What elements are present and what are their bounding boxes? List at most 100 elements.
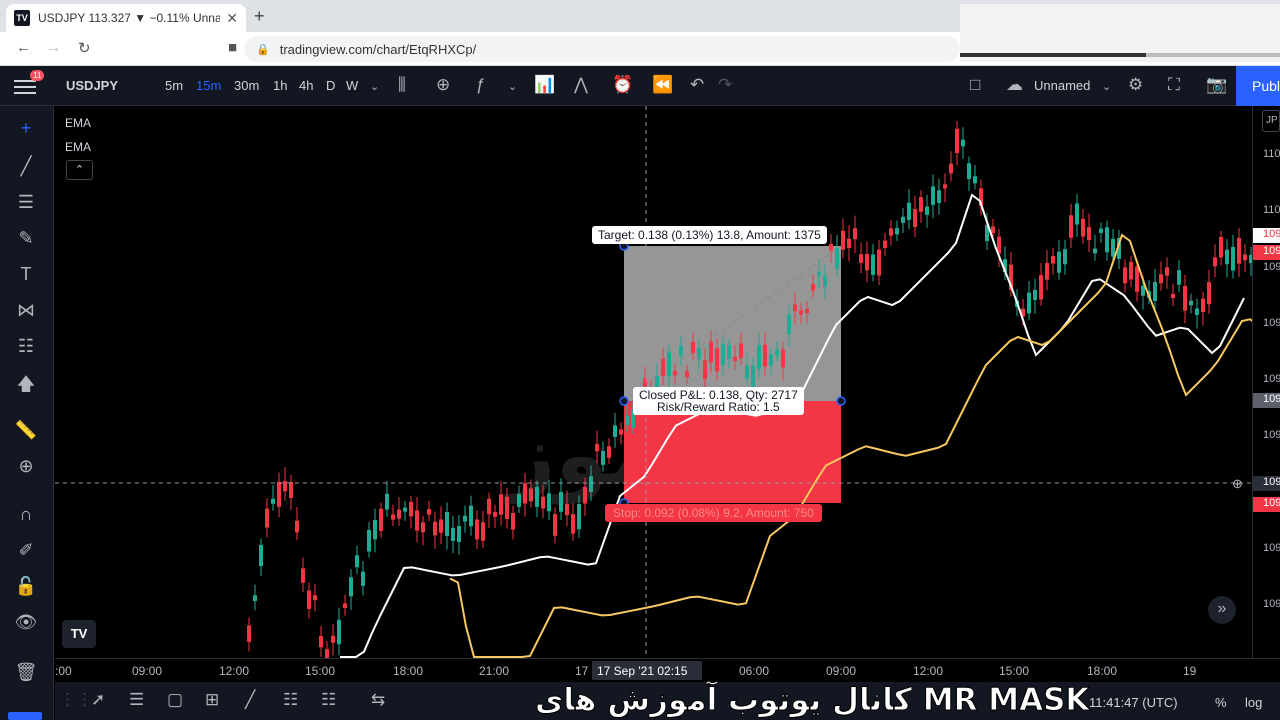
timeframe-30m[interactable]: 30m: [234, 78, 259, 93]
back-icon[interactable]: ←: [16, 39, 31, 56]
camera-snapshot-icon[interactable]: 📷: [1206, 75, 1227, 95]
publish-button[interactable]: Publ: [1236, 66, 1280, 106]
candle-body: [1189, 300, 1193, 306]
forward-icon[interactable]: →: [46, 39, 61, 56]
symbol-search-button[interactable]: USDJPY: [66, 78, 118, 93]
timeframe-4h[interactable]: 4h: [299, 78, 313, 93]
candle-body: [841, 230, 845, 250]
alert-icon[interactable]: ⏰: [612, 75, 633, 95]
utc-clock[interactable]: 11:41:47 (UTC): [1089, 695, 1178, 710]
log-scale-toggle[interactable]: log: [1245, 695, 1262, 710]
trend-line-icon[interactable]: ╱: [0, 156, 52, 177]
close-tab-icon[interactable]: ✕: [226, 10, 238, 27]
candle-body: [829, 244, 833, 251]
pattern-icon[interactable]: ⋈: [0, 300, 52, 321]
drag-handle-icon[interactable]: ⋮⋮: [59, 690, 93, 710]
crosshair-icon[interactable]: +: [0, 118, 52, 139]
redo-icon[interactable]: ↷: [718, 75, 732, 95]
candles-chart-type-icon[interactable]: ⫼: [398, 75, 406, 95]
candle-body: [577, 504, 581, 530]
candle-body: [715, 348, 719, 372]
list-icon[interactable]: ☰: [129, 690, 144, 710]
currency-button[interactable]: JP: [1262, 110, 1280, 132]
line-icon[interactable]: ╱: [245, 690, 255, 710]
hide-drawings-icon[interactable]: 👁: [0, 612, 52, 633]
undo-icon[interactable]: ↶: [690, 75, 704, 95]
layout-select-icon[interactable]: □: [970, 75, 980, 95]
timeframe-1h[interactable]: 1h: [273, 78, 287, 93]
candle-body: [619, 429, 623, 435]
candle-body: [427, 509, 431, 515]
layout-dropdown-icon[interactable]: ⌄: [1102, 80, 1111, 93]
indicators-icon[interactable]: ƒ: [476, 75, 485, 95]
candle-body: [583, 487, 587, 504]
time-axis[interactable]: :00 09:00 12:00 15:00 18:00 21:00 17 06:…: [55, 658, 1280, 682]
candle-body: [493, 512, 497, 517]
templates-icon[interactable]: ⋀: [574, 75, 588, 95]
time-label: 09:00: [132, 664, 163, 678]
browser-tab[interactable]: TV USDJPY 113.327 ▼ −0.11% Unnam ✕: [6, 4, 246, 32]
add-price-line-icon[interactable]: ⊕: [1232, 476, 1243, 492]
candle-body: [475, 519, 479, 540]
timeframe-w[interactable]: W: [346, 78, 358, 93]
crop-icon[interactable]: ⊞: [205, 690, 219, 710]
candle-body: [271, 498, 275, 504]
price-label: 109: [1263, 317, 1280, 329]
cloud-save-icon[interactable]: ☁: [1006, 75, 1023, 95]
indicators-dropdown-icon[interactable]: ⌄: [508, 80, 517, 93]
percent-scale-toggle[interactable]: %: [1215, 695, 1227, 710]
text-tool-icon[interactable]: T: [0, 264, 52, 285]
candle-body: [955, 128, 959, 154]
magnet-icon[interactable]: ∩: [0, 504, 52, 525]
legend-collapse-button[interactable]: ⌃: [66, 160, 93, 180]
timeframe-15m[interactable]: 15m: [196, 78, 221, 93]
price-axis[interactable]: 110 110 109 109 109 109 109 109 109 109 …: [1252, 106, 1280, 658]
time-label: 06:00: [739, 664, 770, 678]
candle-body: [661, 358, 665, 377]
browser-overlay-panel: [960, 4, 1280, 62]
prediction-icon[interactable]: ☷: [0, 336, 52, 357]
candle-body: [865, 253, 869, 271]
cursor-icon[interactable]: ➚: [91, 690, 105, 710]
ema-legend-2[interactable]: EMA: [65, 140, 91, 154]
timeframe-d[interactable]: D: [326, 78, 335, 93]
candle-body: [991, 226, 995, 234]
layout-name[interactable]: Unnamed: [1034, 78, 1090, 93]
candle-body: [685, 371, 689, 378]
reload-icon[interactable]: ↻: [78, 39, 91, 57]
fib-retracement-icon[interactable]: ☰: [0, 192, 52, 213]
candle-body: [1045, 262, 1049, 280]
scroll-to-realtime-button[interactable]: »: [1208, 596, 1236, 624]
date-range-icon[interactable]: ⇆: [371, 690, 385, 710]
fullscreen-icon[interactable]: ⛶: [1168, 75, 1180, 95]
brush-icon[interactable]: ✎: [0, 228, 52, 249]
settings-gear-icon[interactable]: ⚙: [1128, 75, 1143, 95]
trash-icon[interactable]: 🗑: [0, 662, 52, 683]
compare-add-icon[interactable]: ⊕: [436, 75, 450, 95]
timeframe-5m[interactable]: 5m: [165, 78, 183, 93]
sliders-icon[interactable]: ☷: [283, 690, 298, 710]
timeframe-dropdown-icon[interactable]: ⌄: [370, 80, 379, 93]
candle-body: [331, 635, 335, 643]
candle-body: [1081, 218, 1085, 237]
new-tab-icon[interactable]: +: [254, 6, 265, 27]
candle-body: [1171, 293, 1175, 299]
ruler-icon[interactable]: 📏: [0, 420, 52, 441]
risk-reward-text: Risk/Reward Ratio: 1.5: [657, 400, 780, 414]
ema-legend-1[interactable]: EMA: [65, 116, 91, 130]
frame-icon[interactable]: ▢: [167, 690, 183, 710]
object-tree-icon[interactable]: [8, 712, 42, 720]
candle-body: [1057, 251, 1061, 273]
lock-drawings-icon[interactable]: 🔓: [0, 576, 52, 597]
arrow-up-icon[interactable]: 🡅: [0, 372, 52, 402]
candle-body: [1087, 227, 1091, 241]
sliders-alt-icon[interactable]: ☷: [321, 690, 336, 710]
financials-icon[interactable]: 📊: [534, 75, 555, 95]
bookmark-icon[interactable]: ■: [228, 39, 237, 56]
zoom-in-icon[interactable]: ⊕: [0, 456, 52, 477]
chart-pane[interactable]: آموز: [55, 106, 1252, 658]
stay-drawing-icon[interactable]: ✐: [0, 540, 52, 561]
candle-body: [1063, 249, 1067, 265]
replay-icon[interactable]: ⏪: [652, 75, 673, 95]
url-field[interactable]: 🔒 tradingview.com/chart/EtqRHXCp/: [244, 36, 960, 62]
